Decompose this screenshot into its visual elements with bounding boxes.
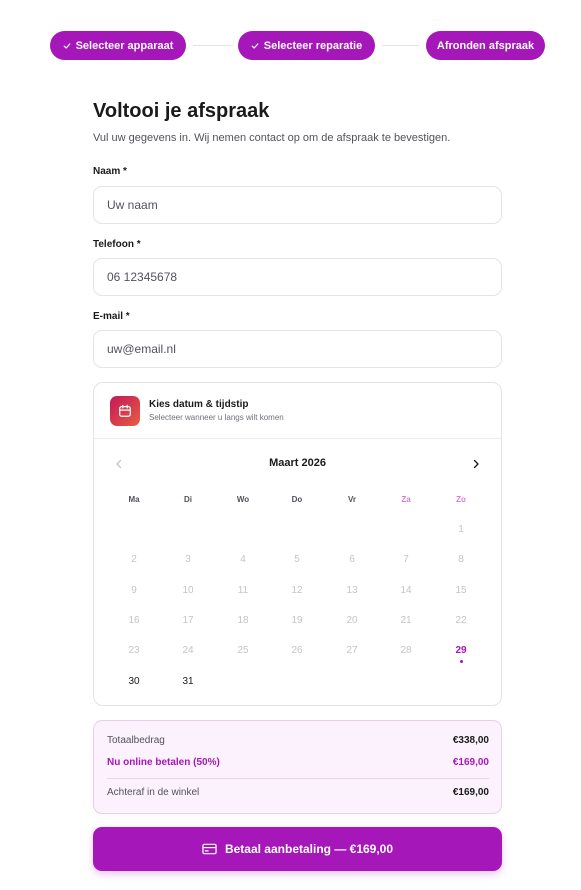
calendar-day-21: 21 xyxy=(400,615,412,626)
calendar-day-25: 25 xyxy=(237,645,249,656)
calendar-day-29[interactable]: 29 xyxy=(441,640,481,663)
step-connector xyxy=(382,45,419,46)
date-picker-subtitle: Selecteer wanneer u langs wilt komen xyxy=(149,413,284,422)
total-row: Totaalbedrag €338,00 xyxy=(107,735,489,746)
online-payment-row: Nu online betalen (50%) €169,00 xyxy=(107,757,489,768)
date-picker-card: Kies datum & tijdstip Selecteer wanneer … xyxy=(93,382,502,706)
date-picker-title: Kies datum & tijdstip xyxy=(149,399,249,410)
calendar-day-17: 17 xyxy=(182,615,194,626)
email-label: E-mail * xyxy=(93,311,130,322)
page-title: Voltooi je afspraak xyxy=(93,100,270,122)
calendar-day-9: 9 xyxy=(131,585,137,596)
check-icon xyxy=(251,42,259,49)
step-label: Afronden afspraak xyxy=(436,39,535,52)
progress-stepper: Selecteer apparaat Selecteer reparatie A… xyxy=(50,31,545,60)
calendar-day-27: 27 xyxy=(346,645,358,656)
date-picker-header: Kies datum & tijdstip Selecteer wanneer … xyxy=(94,383,501,439)
appointment-form: Voltooi je afspraak Vul uw gegevens in. … xyxy=(93,100,502,871)
calendar-day-22: 22 xyxy=(455,615,467,626)
calendar-day-24: 24 xyxy=(182,645,194,656)
page-subtitle: Vul uw gegevens in. Wij nemen contact op… xyxy=(93,132,451,144)
phone-label: Telefoon * xyxy=(93,239,141,250)
weekday-label: Za xyxy=(401,495,411,504)
step-label: Selecteer apparaat xyxy=(75,39,174,52)
name-label: Naam * xyxy=(93,166,127,177)
phone-input[interactable] xyxy=(93,258,502,296)
step-label: Selecteer reparatie xyxy=(263,39,363,52)
calendar-day-14: 14 xyxy=(400,585,412,596)
online-payment-value: €169,00 xyxy=(452,757,489,768)
calendar-day-16: 16 xyxy=(128,615,140,626)
calendar-day-1: 1 xyxy=(458,524,464,535)
weekday-label: Di xyxy=(184,495,192,504)
step-connector xyxy=(193,45,231,46)
calendar-day-23: 23 xyxy=(128,645,140,656)
today-indicator xyxy=(460,660,463,663)
calendar-day-11: 11 xyxy=(237,585,249,596)
calendar-day-6: 6 xyxy=(349,554,355,565)
chevron-right-icon[interactable] xyxy=(468,456,484,472)
step-finish-appointment[interactable]: Afronden afspraak xyxy=(426,31,545,60)
weekday-label: Vr xyxy=(347,495,356,504)
calendar-day-19: 19 xyxy=(291,615,303,626)
calendar-day-2: 2 xyxy=(131,554,137,565)
weekday-label: Wo xyxy=(236,495,250,504)
calendar-day-7: 7 xyxy=(403,554,409,565)
calendar-day-12: 12 xyxy=(291,585,303,596)
calendar-day-20: 20 xyxy=(346,615,358,626)
weekday-label: Ma xyxy=(128,495,140,504)
weekday-label: Do xyxy=(291,495,303,504)
calendar-day-26: 26 xyxy=(291,645,303,656)
credit-card-icon xyxy=(202,843,217,855)
payment-summary: Totaalbedrag €338,00 Nu online betalen (… xyxy=(93,720,502,814)
email-input[interactable] xyxy=(93,330,502,368)
calendar-day-3: 3 xyxy=(185,554,191,565)
month-label: Maart 2026 xyxy=(269,457,326,469)
in-store-label: Achteraf in de winkel xyxy=(107,787,200,798)
total-value: €338,00 xyxy=(452,735,489,746)
in-store-value: €169,00 xyxy=(452,787,489,798)
name-input[interactable] xyxy=(93,186,502,224)
calendar-day-4: 4 xyxy=(240,554,246,565)
pay-button-label: Betaal aanbetaling — €169,00 xyxy=(224,842,394,856)
step-select-device[interactable]: Selecteer apparaat xyxy=(50,31,186,60)
in-store-row: Achteraf in de winkel €169,00 xyxy=(107,787,489,798)
calendar-day-10: 10 xyxy=(182,585,194,596)
calendar-day-13: 13 xyxy=(346,585,358,596)
calendar-day-8: 8 xyxy=(458,554,464,565)
calendar-day-15: 15 xyxy=(455,585,467,596)
weekday-label: Zo xyxy=(456,495,466,504)
calendar-day-31[interactable]: 31 xyxy=(168,671,208,693)
total-label: Totaalbedrag xyxy=(107,735,165,746)
pay-deposit-button[interactable]: Betaal aanbetaling — €169,00 xyxy=(93,827,502,871)
calendar-day-18: 18 xyxy=(237,615,249,626)
check-icon xyxy=(63,42,70,49)
calendar-day-28: 28 xyxy=(400,645,412,656)
calendar-day-5: 5 xyxy=(294,554,300,565)
calendar-icon xyxy=(110,396,140,426)
step-select-repair[interactable]: Selecteer reparatie xyxy=(238,31,375,60)
summary-divider xyxy=(107,778,489,779)
online-payment-label: Nu online betalen (50%) xyxy=(107,757,220,768)
calendar-day-30[interactable]: 30 xyxy=(114,671,154,693)
